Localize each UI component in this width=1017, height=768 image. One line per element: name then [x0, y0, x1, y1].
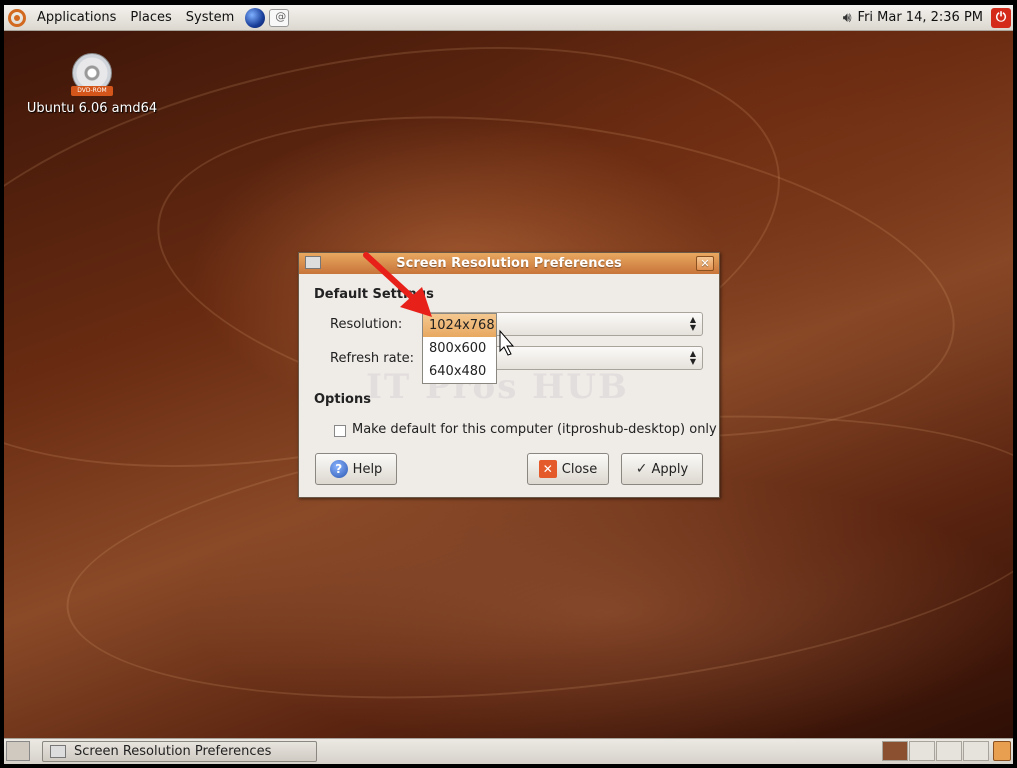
mouse-cursor-icon: [499, 329, 515, 356]
annotation-arrow-shaft: [363, 252, 419, 304]
annotation-arrow: [363, 252, 515, 356]
desktop-screen: Applications Places System 🔊︎ Fri Mar 14…: [4, 5, 1013, 764]
